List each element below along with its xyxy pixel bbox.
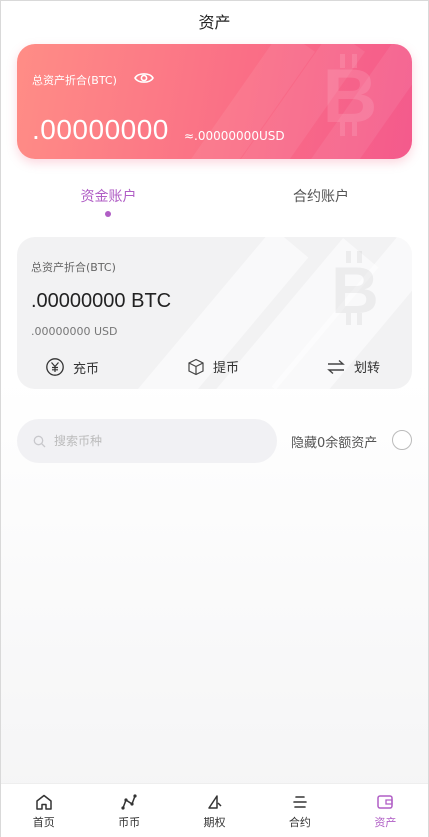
transfer-button[interactable]: 划转 bbox=[326, 357, 380, 376]
tabbar-item-assets[interactable]: 资产 bbox=[343, 784, 428, 837]
fund-total-label: 总资产折合(BTC) bbox=[31, 261, 116, 274]
contract-icon bbox=[293, 796, 307, 808]
total-assets-amount: .00000000 bbox=[32, 114, 169, 145]
tabbar-label: 合约 bbox=[288, 816, 311, 829]
search-icon bbox=[33, 435, 46, 447]
total-assets-usd: ≈.00000000USD bbox=[184, 129, 285, 143]
withdraw-label: 提币 bbox=[213, 361, 240, 376]
fund-total-usd: .00000000 USD bbox=[31, 325, 118, 338]
eye-icon[interactable] bbox=[134, 71, 154, 85]
tab-fund-account[interactable]: 资金账户 bbox=[61, 186, 156, 206]
transfer-arrows-icon bbox=[327, 359, 345, 374]
svg-text:B: B bbox=[331, 253, 379, 327]
active-tab-indicator bbox=[105, 211, 111, 217]
fund-total-amount: .00000000 BTC bbox=[31, 290, 172, 312]
withdraw-button[interactable]: 提币 bbox=[187, 357, 239, 376]
tabbar-label: 期权 bbox=[203, 816, 226, 829]
tabbar-item-spot[interactable]: 币币 bbox=[86, 784, 171, 837]
tabbar-item-home[interactable]: 首页 bbox=[1, 784, 86, 837]
wallet-icon bbox=[377, 795, 394, 809]
tabbar-label: 首页 bbox=[32, 816, 55, 829]
deposit-button[interactable]: 充币 bbox=[45, 357, 99, 377]
coin-search-box[interactable] bbox=[17, 419, 277, 463]
fund-account-card: B 总资产折合(BTC) .00000000 BTC .00000000 USD… bbox=[17, 237, 412, 389]
total-assets-card: B 总资产折合(BTC) .00000000 ≈.00000000USD bbox=[17, 44, 412, 159]
yen-coin-icon bbox=[46, 358, 64, 376]
tabbar-item-contract[interactable]: 合约 bbox=[257, 784, 342, 837]
svg-text:B: B bbox=[323, 54, 378, 139]
tabbar-label: 资产 bbox=[374, 816, 397, 829]
tabbar-label: 币币 bbox=[118, 816, 141, 829]
box-icon bbox=[188, 358, 204, 375]
hide-zero-balance-toggle[interactable] bbox=[392, 430, 412, 450]
page-title: 资产 bbox=[198, 13, 231, 32]
tabbar-item-options[interactable]: 期权 bbox=[172, 784, 257, 837]
bitcoin-watermark-icon: B bbox=[331, 251, 379, 327]
total-assets-label: 总资产折合(BTC) bbox=[32, 74, 117, 87]
spot-icon bbox=[121, 794, 137, 810]
account-tabs: 资金账户 合约账户 bbox=[1, 177, 428, 221]
transfer-label: 划转 bbox=[354, 361, 381, 376]
bottom-tabbar: 首页 币币 期权 合约 资产 bbox=[1, 783, 428, 837]
search-input[interactable] bbox=[54, 434, 254, 448]
hide-zero-balance-label: 隐藏0余额资产 bbox=[291, 436, 378, 451]
options-icon bbox=[207, 795, 222, 809]
home-icon bbox=[35, 794, 52, 810]
deposit-label: 充币 bbox=[73, 361, 100, 377]
tab-contract-account[interactable]: 合约账户 bbox=[271, 186, 371, 206]
bitcoin-watermark-icon: B bbox=[323, 54, 378, 139]
